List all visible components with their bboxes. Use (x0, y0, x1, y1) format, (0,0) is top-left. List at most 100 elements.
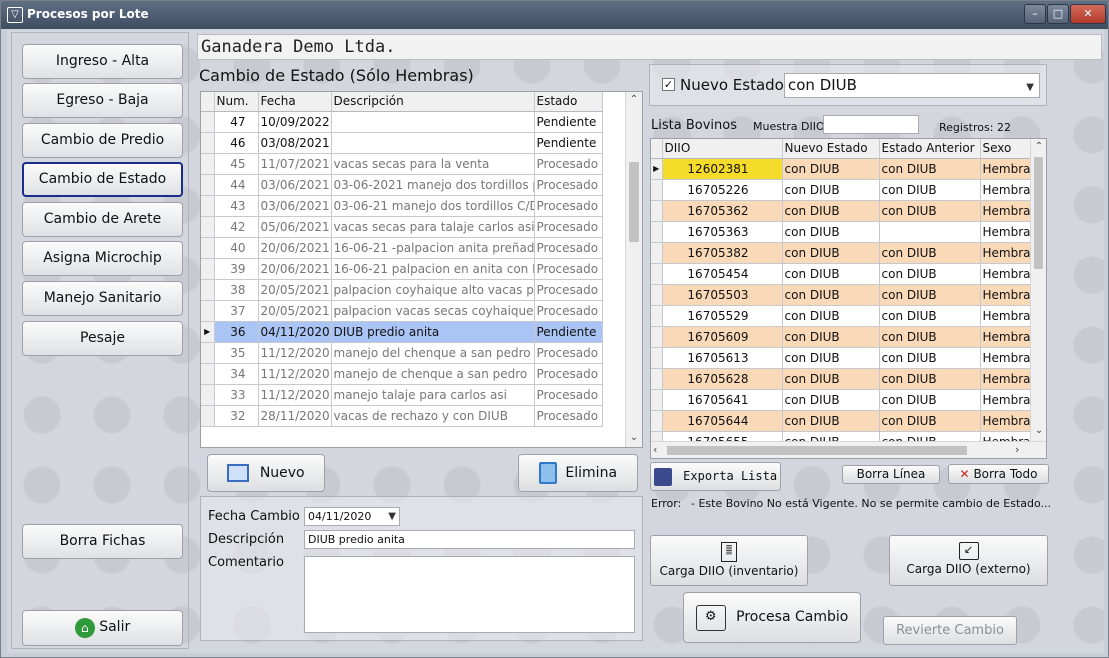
row-indicator[interactable] (651, 242, 663, 264)
row-indicator[interactable] (201, 405, 215, 427)
lote-cell-fecha[interactable]: 11/07/2021 (258, 153, 332, 175)
bovino-cell-nuevo[interactable]: con DIUB (782, 368, 880, 390)
lote-cell-fecha[interactable]: 11/12/2020 (258, 363, 332, 385)
lote-cell-num[interactable]: 46 (214, 132, 259, 154)
scroll-down-icon[interactable]: ⌄ (626, 432, 642, 443)
col-sexo[interactable]: Sexo (980, 139, 1031, 159)
bovino-cell-nuevo[interactable]: con DIUB (782, 179, 880, 201)
lote-cell-estado[interactable]: Procesado (534, 405, 603, 427)
lote-cell-estado[interactable]: Procesado (534, 279, 603, 301)
bovino-cell-sexo[interactable]: Hembra (980, 242, 1031, 264)
bovino-row[interactable]: 16705613 con DIUB con DIUB Hembra (651, 347, 1031, 369)
bovino-cell-nuevo[interactable]: con DIUB (782, 284, 880, 306)
nuevo-button[interactable]: Nuevo (207, 454, 325, 492)
bovino-cell-sexo[interactable]: Hembra (980, 347, 1031, 369)
row-indicator[interactable]: ▶ (651, 158, 663, 180)
bovino-cell-nuevo[interactable]: con DIUB (782, 410, 880, 432)
row-indicator[interactable] (201, 132, 215, 154)
lote-cell-fecha[interactable]: 20/05/2021 (258, 279, 332, 301)
lote-cell-num[interactable]: 42 (214, 216, 259, 238)
bovino-cell-nuevo[interactable]: con DIUB (782, 389, 880, 411)
scroll-thumb[interactable] (1034, 157, 1043, 269)
descripcion-field[interactable]: DIUB predio anita (304, 530, 635, 549)
bovino-cell-anterior[interactable]: con DIUB (879, 158, 981, 180)
lote-row[interactable]: 44 03/06/2021 03-06-2021 manejo dos tordil… (201, 174, 603, 196)
row-indicator[interactable] (201, 195, 215, 217)
lote-row[interactable]: 34 11/12/2020 manejo de chenque a san pedr… (201, 363, 603, 385)
nav-cambio-arete-button[interactable]: Cambio de Arete (22, 202, 183, 237)
lote-cell-desc[interactable]: manejo de chenque a san pedro (331, 363, 535, 385)
lote-row[interactable]: 35 11/12/2020 manejo del chenque a san ped… (201, 342, 603, 364)
bovino-cell-diio[interactable]: 16705641 (662, 389, 783, 411)
bovino-row[interactable]: 16705529 con DIUB con DIUB Hembra (651, 305, 1031, 327)
bovino-cell-nuevo[interactable]: con DIUB (782, 326, 880, 348)
lote-row[interactable]: 47 10/09/2022 Pendiente (201, 111, 603, 133)
close-button[interactable]: ✕ (1070, 4, 1106, 24)
borra-todo-button[interactable]: ✕ Borra Todo (948, 464, 1049, 484)
bovino-cell-nuevo[interactable]: con DIUB (782, 242, 880, 264)
nav-egreso-baja-button[interactable]: Egreso - Baja (22, 83, 183, 118)
bovino-cell-diio[interactable]: 16705628 (662, 368, 783, 390)
bovino-row[interactable]: 16705641 con DIUB con DIUB Hembra (651, 389, 1031, 411)
lote-cell-estado[interactable]: Pendiente (534, 321, 603, 343)
row-indicator[interactable] (651, 284, 663, 306)
lote-cell-num[interactable]: 32 (214, 405, 259, 427)
scroll-right-icon[interactable]: › (1015, 443, 1019, 456)
bovino-row[interactable]: 16705382 con DIUB con DIUB Hembra (651, 242, 1031, 264)
lote-cell-num[interactable]: 38 (214, 279, 259, 301)
bovino-row[interactable]: 16705628 con DIUB con DIUB Hembra (651, 368, 1031, 390)
bovino-cell-nuevo[interactable]: con DIUB (782, 200, 880, 222)
borra-linea-button[interactable]: Borra Línea (842, 465, 940, 484)
comentario-field[interactable] (304, 556, 635, 633)
lote-cell-desc[interactable]: vacas secas para talaje carlos asi (331, 216, 535, 238)
lote-cell-fecha[interactable]: 20/05/2021 (258, 300, 332, 322)
carga-inventario-button[interactable]: ≡ ≡ Carga DIIO (inventario) (650, 535, 808, 586)
lote-cell-estado[interactable]: Procesado (534, 195, 603, 217)
exporta-lista-button[interactable]: Exporta Lista (650, 462, 781, 491)
col-fecha[interactable]: Fecha (258, 92, 332, 112)
nav-manejo-sanitario-button[interactable]: Manejo Sanitario (22, 281, 183, 316)
bovino-cell-diio[interactable]: 16705613 (662, 347, 783, 369)
lote-row[interactable]: 39 20/06/2021 16-06-21 palpacion en anita … (201, 258, 603, 280)
scroll-up-icon[interactable]: ⌃ (626, 94, 642, 105)
lote-cell-fecha[interactable]: 11/12/2020 (258, 384, 332, 406)
lote-cell-estado[interactable]: Procesado (534, 363, 603, 385)
lote-cell-estado[interactable]: Pendiente (534, 132, 603, 154)
lote-cell-num[interactable]: 37 (214, 300, 259, 322)
bovino-row[interactable]: 16705503 con DIUB con DIUB Hembra (651, 284, 1031, 306)
elimina-button[interactable]: Elimina (518, 454, 638, 492)
maximize-button[interactable]: □ (1047, 4, 1069, 24)
lote-cell-desc[interactable]: manejo del chenque a san pedro (331, 342, 535, 364)
scroll-down-icon[interactable]: ⌄ (1031, 425, 1046, 436)
bovinos-hscrollbar[interactable]: ‹ › (651, 441, 1046, 458)
lote-cell-desc[interactable] (331, 111, 535, 133)
row-indicator[interactable] (201, 258, 215, 280)
bovino-cell-anterior[interactable]: con DIUB (879, 200, 981, 222)
dropdown-arrow-icon[interactable]: ▼ (1026, 76, 1034, 99)
bovino-cell-nuevo[interactable]: con DIUB (782, 347, 880, 369)
lote-cell-desc[interactable] (331, 132, 535, 154)
col-estado-anterior[interactable]: Estado Anterior (879, 139, 981, 159)
bovino-cell-nuevo[interactable]: con DIUB (782, 305, 880, 327)
minimize-button[interactable]: – (1024, 4, 1046, 24)
row-indicator[interactable] (651, 200, 663, 222)
bovino-cell-nuevo[interactable]: con DIUB (782, 221, 880, 243)
row-indicator[interactable] (651, 410, 663, 432)
scroll-thumb[interactable] (629, 162, 639, 242)
row-indicator[interactable] (201, 111, 215, 133)
borra-fichas-button[interactable]: Borra Fichas (22, 524, 183, 559)
bovino-cell-sexo[interactable]: Hembra (980, 221, 1031, 243)
bovino-row[interactable]: 16705363 con DIUB Hembra (651, 221, 1031, 243)
lote-cell-fecha[interactable]: 28/11/2020 (258, 405, 332, 427)
bovinos-grid[interactable]: DIIO Nuevo Estado Estado Anterior Sexo ▶… (650, 138, 1047, 459)
bovino-cell-anterior[interactable]: con DIUB (879, 410, 981, 432)
lote-cell-estado[interactable]: Procesado (534, 237, 603, 259)
lote-cell-num[interactable]: 34 (214, 363, 259, 385)
bovino-row[interactable]: 16705454 con DIUB con DIUB Hembra (651, 263, 1031, 285)
bovino-cell-sexo[interactable]: Hembra (980, 158, 1031, 180)
row-indicator[interactable] (651, 389, 663, 411)
salir-button[interactable]: ⌂ Salir (22, 610, 183, 646)
nav-cambio-estado-button[interactable]: Cambio de Estado (22, 162, 183, 197)
lote-cell-estado[interactable]: Procesado (534, 153, 603, 175)
bovino-cell-anterior[interactable]: con DIUB (879, 242, 981, 264)
